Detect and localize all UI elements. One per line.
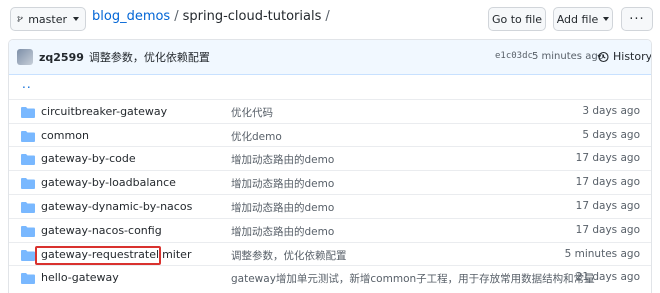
folder-icon [21,130,35,142]
file-row[interactable]: common 优化demo 5 days ago [9,122,651,147]
file-commit-message[interactable]: 增加动态路由的demo [231,224,334,239]
folder-icon [21,201,35,213]
file-list: circuitbreaker-gateway 优化代码 3 days ago comm… [9,98,651,289]
add-file-label: Add file [556,12,599,26]
file-name-link[interactable]: circuitbreaker-gateway [41,105,167,118]
breadcrumb-separator: / [325,9,330,24]
history-label: History [613,50,652,63]
latest-commit-bar: zq2599 调整参数，优化依赖配置 e1c03dc 5 minutes ago… [9,40,651,75]
file-name-link[interactable]: gateway-nacos-config [41,224,162,237]
file-commit-message[interactable]: 优化代码 [231,105,273,120]
parent-directory-row[interactable]: .. [9,75,651,99]
folder-icon [21,154,35,166]
file-commit-age: 5 days ago [582,128,640,141]
commit-sha[interactable]: e1c03dc [495,51,533,61]
chevron-down-icon [603,17,610,21]
file-commit-message[interactable]: 增加动态路由的demo [231,200,334,215]
breadcrumb-separator: / [174,9,179,24]
file-commit-message[interactable]: 增加动态路由的demo [231,152,334,167]
file-row[interactable]: gateway-dynamic-by-nacos 增加动态路由的demo 17 da… [9,193,651,218]
file-row[interactable]: gateway-nacos-config 增加动态路由的demo 17 days a… [9,217,651,242]
file-commit-age: 17 days ago [575,199,640,212]
go-to-file-button[interactable]: Go to file [488,7,546,31]
folder-icon [21,225,35,237]
file-name-link[interactable]: hello-gateway [41,271,119,284]
branch-name: master [28,12,67,26]
file-commit-age: 21 days ago [575,271,640,284]
folder-icon [21,249,35,261]
file-commit-message[interactable]: 增加动态路由的demo [231,176,334,191]
commit-message[interactable]: 调整参数，优化依赖配置 [89,49,210,65]
file-commit-message[interactable]: 调整参数，优化依赖配置 [231,248,347,263]
file-commit-age: 17 days ago [575,152,640,165]
breadcrumb-current-dir: spring-cloud-tutorials [182,9,322,24]
more-options-button[interactable]: ··· [621,7,653,31]
file-name-link[interactable]: common [41,129,89,142]
add-file-button[interactable]: Add file [553,7,613,31]
more-options-label: ··· [629,11,645,27]
parent-directory-link[interactable]: .. [22,77,32,91]
chevron-down-icon [73,17,79,21]
breadcrumb: blog_demos / spring-cloud-tutorials / [92,9,334,24]
file-commit-age: 3 days ago [582,104,640,117]
highlight-box [35,245,161,265]
avatar[interactable] [17,49,33,65]
go-to-file-label: Go to file [491,12,543,26]
file-row[interactable]: gateway-by-loadbalance 增加动态路由的demo 17 days… [9,170,651,194]
repo-toolbar: master blog_demos / spring-cloud-tutoria… [0,0,660,38]
history-icon [597,51,609,62]
file-name-link[interactable]: gateway-dynamic-by-nacos [41,200,192,213]
folder-icon [21,178,35,190]
file-row[interactable]: gateway-by-code 增加动态路由的demo 17 days ago [9,146,651,170]
file-commit-message[interactable]: gateway增加单元测试，新增common子工程，用于存放常用数据结构和常量 [231,271,595,286]
breadcrumb-repo-link[interactable]: blog_demos [92,9,170,24]
folder-icon [21,273,35,285]
file-commit-message[interactable]: 优化demo [231,129,282,144]
file-row[interactable]: gateway-requestratelimiter 调整参数，优化依赖配置 5 m… [9,241,651,266]
file-name-link[interactable]: gateway-by-loadbalance [41,176,176,189]
file-browser: zq2599 调整参数，优化依赖配置 e1c03dc 5 minutes ago… [8,39,652,293]
file-commit-age: 17 days ago [575,223,640,236]
commit-author[interactable]: zq2599 [39,51,84,64]
folder-icon [21,106,35,118]
file-commit-age: 17 days ago [575,176,640,189]
history-link[interactable]: History [597,50,652,63]
branch-selector-button[interactable]: master [10,7,86,31]
file-commit-age: 5 minutes ago [564,247,640,260]
file-name-link[interactable]: gateway-by-code [41,152,136,165]
commit-time: 5 minutes ago [532,51,604,62]
file-row[interactable]: circuitbreaker-gateway 优化代码 3 days ago [9,98,651,123]
file-row[interactable]: hello-gateway gateway增加单元测试，新增common子工程，用… [9,265,651,289]
git-branch-icon [17,16,23,22]
